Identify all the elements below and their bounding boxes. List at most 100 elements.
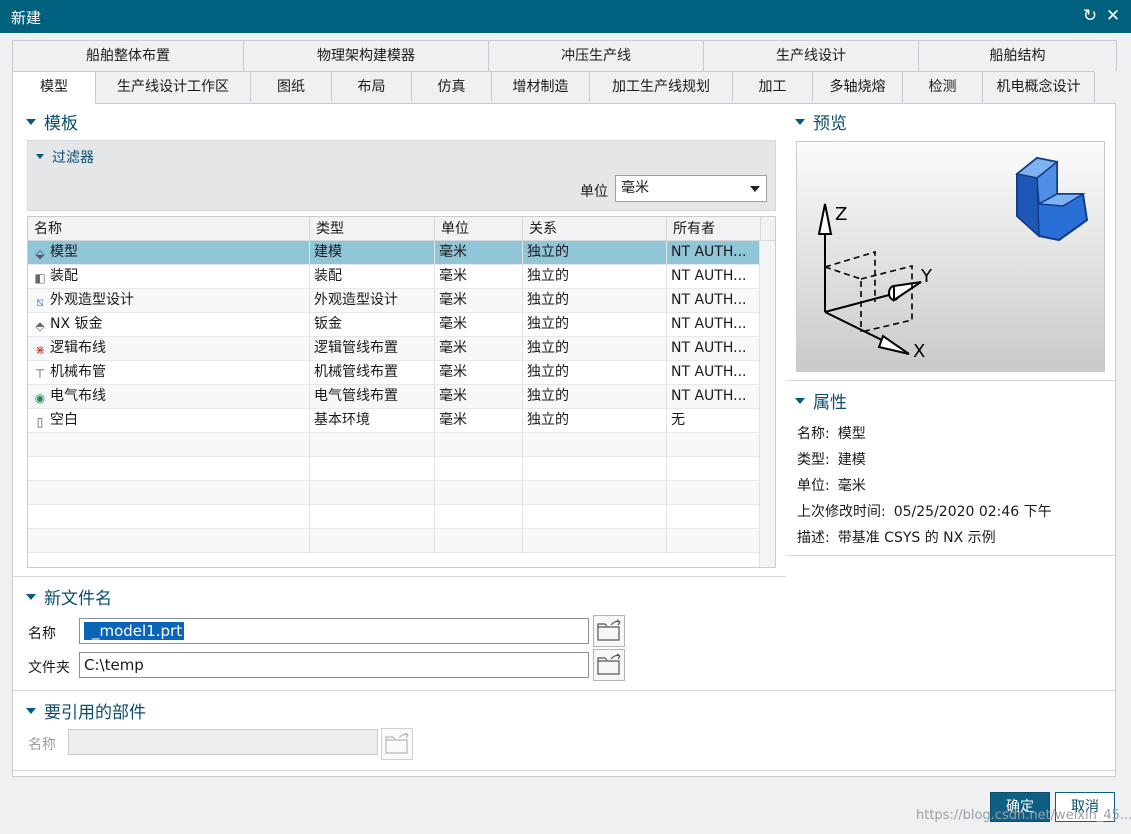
tab-ship-structure[interactable]: 船舶结构 [918,40,1117,71]
folder-open-icon [597,619,621,641]
tab-machining[interactable]: 加工 [732,71,813,102]
tab-ship-layout[interactable]: 船舶整体布置 [12,40,244,71]
filter-header[interactable]: 过滤器 [36,147,94,167]
main-panel: 模板 过滤器 单位 毫米 名称 类型 单位 关系 所有者 ⬙ 模型 建模 毫米 … [12,103,1116,777]
row-relation: 独立的 [523,385,667,409]
column-header-type[interactable]: 类型 [310,217,435,241]
template-table: 名称 类型 单位 关系 所有者 ⬙ 模型 建模 毫米 独立的 NT AUTH...… [27,216,776,568]
ref-section-header[interactable]: 要引用的部件 [26,698,146,723]
row-name: 机械布管 [50,364,106,380]
divider [13,576,786,577]
new-file-section-header[interactable]: 新文件名 [26,584,112,609]
tab-physical-architecture[interactable]: 物理架构建模器 [243,40,489,71]
tab-multiaxis[interactable]: 多轴烧熔 [812,71,903,102]
file-name-input[interactable]: _model1.prt [79,618,589,644]
new-file-heading: 新文件名 [44,589,112,609]
ref-name-input [68,729,378,755]
template-heading: 模板 [44,114,78,134]
shape-design-icon: ⧅ [36,295,44,309]
unit-select-value: 毫米 [621,180,649,196]
row-owner: NT AUTH... [667,337,761,361]
table-row[interactable]: ⊤ 机械布管 机械管线布置 毫米 独立的 NT AUTH... [28,361,761,385]
column-header-relation[interactable]: 关系 [523,217,667,241]
window-title: 新建 [11,9,42,27]
ref-heading: 要引用的部件 [44,703,146,723]
browse-folder-button[interactable] [593,649,625,681]
empty-row [28,529,761,553]
row-relation: 独立的 [523,289,667,313]
property-description: 描述: 带基准 CSYS 的 NX 示例 [797,530,996,546]
collapse-icon [795,398,805,404]
tab-stamping-line[interactable]: 冲压生产线 [488,40,704,71]
table-row[interactable]: ⬙ 模型 建模 毫米 独立的 NT AUTH... [28,241,761,265]
row-name: 模型 [50,244,78,260]
divider [786,380,1115,381]
preview-image: Z Y X [796,141,1105,372]
divider [13,690,1115,691]
tab-row-1: 船舶整体布置 物理架构建模器 冲压生产线 生产线设计 船舶结构 [12,40,1117,71]
row-type: 建模 [310,241,435,265]
property-type: 类型: 建模 [797,452,866,468]
tab-inspection[interactable]: 检测 [902,71,983,102]
row-name: 逻辑布线 [50,340,106,356]
mechanical-routing-icon: ⊤ [34,367,46,381]
tab-simulation[interactable]: 仿真 [411,71,492,102]
property-unit: 单位: 毫米 [797,478,866,494]
empty-row [28,481,761,505]
row-type: 装配 [310,265,435,289]
tab-line-design[interactable]: 生产线设计 [703,40,919,71]
property-name: 名称: 模型 [797,426,866,442]
row-owner: NT AUTH... [667,313,761,337]
row-name: 装配 [50,268,78,284]
axis-y-label: Y [920,266,933,287]
table-scrollbar[interactable] [759,241,775,567]
row-unit: 毫米 [435,385,523,409]
row-owner: 无 [667,409,761,433]
file-name-value: _model1.prt [84,622,185,640]
chevron-down-icon [750,186,760,192]
close-icon[interactable]: ✕ [1102,4,1124,28]
template-section-header[interactable]: 模板 [26,109,78,134]
table-row[interactable]: ▯ 空白 基本环境 毫米 独立的 无 [28,409,761,433]
preview-section-header[interactable]: 预览 [795,109,847,134]
column-header-name[interactable]: 名称 [28,217,310,241]
table-row[interactable]: ⧅ 外观造型设计 外观造型设计 毫米 独立的 NT AUTH... [28,289,761,313]
divider [786,555,1115,556]
file-name-label: 名称 [28,626,56,642]
row-type: 机械管线布置 [310,361,435,385]
properties-section-header[interactable]: 属性 [795,388,847,413]
row-relation: 独立的 [523,361,667,385]
tab-line-design-workspace[interactable]: 生产线设计工作区 [95,71,251,102]
tab-additive[interactable]: 增材制造 [491,71,590,102]
model-cube-icon [1015,156,1089,242]
browse-folder-button[interactable] [593,615,625,647]
column-header-owner[interactable]: 所有者 [667,217,761,241]
row-name: NX 钣金 [50,316,103,332]
watermark: https://blog.csdn.net/weixin_45... [916,808,1131,823]
table-row[interactable]: ◉ 电气布线 电气管线布置 毫米 独立的 NT AUTH... [28,385,761,409]
refresh-icon[interactable]: ↻ [1079,4,1101,28]
row-name: 空白 [50,412,78,428]
row-owner: NT AUTH... [667,361,761,385]
folder-input[interactable]: C:\temp [79,652,589,678]
property-modified: 上次修改时间: 05/25/2020 02:46 下午 [797,504,1052,520]
row-type: 逻辑管线布置 [310,337,435,361]
column-header-unit[interactable]: 单位 [435,217,523,241]
row-unit: 毫米 [435,265,523,289]
unit-select[interactable]: 毫米 [615,175,767,202]
tab-model[interactable]: 模型 [12,71,96,104]
empty-row [28,457,761,481]
title-bar: 新建 ↻ ✕ [0,0,1131,33]
tab-mechatronics[interactable]: 机电概念设计 [982,71,1095,102]
row-unit: 毫米 [435,289,523,313]
filter-heading: 过滤器 [52,150,94,166]
tab-machining-line[interactable]: 加工生产线规划 [589,71,733,102]
empty-row [28,433,761,457]
table-row[interactable]: ◧ 装配 装配 毫米 独立的 NT AUTH... [28,265,761,289]
row-relation: 独立的 [523,313,667,337]
tab-layout[interactable]: 布局 [331,71,412,102]
table-row[interactable]: ⬘ NX 钣金 钣金 毫米 独立的 NT AUTH... [28,313,761,337]
table-row[interactable]: ⋇ 逻辑布线 逻辑管线布置 毫米 独立的 NT AUTH... [28,337,761,361]
electrical-routing-icon: ◉ [34,391,46,405]
tab-drawing[interactable]: 图纸 [250,71,332,102]
